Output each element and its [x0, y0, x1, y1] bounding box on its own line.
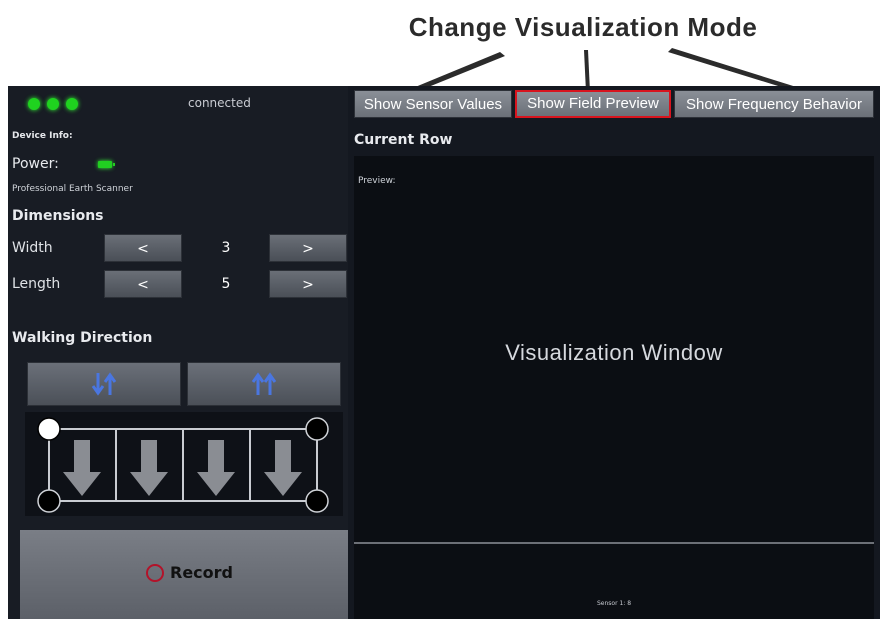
- power-label: Power:: [12, 156, 59, 172]
- length-value: 5: [221, 276, 231, 292]
- same-direction-arrows-icon: [251, 372, 277, 395]
- pointer-to-field-tab: [584, 50, 590, 90]
- width-value: 3: [221, 240, 231, 256]
- app-window: connected Device Info: Power: Profession…: [8, 86, 880, 619]
- down-arrow-icon: [197, 440, 235, 496]
- alternating-arrows-icon: [91, 372, 117, 396]
- annotation-pointer-lines: [408, 48, 806, 90]
- tab-field-preview[interactable]: Show Field Preview: [515, 90, 671, 118]
- walking-direction-title: Walking Direction: [12, 330, 153, 346]
- preview-label: Preview:: [358, 176, 396, 186]
- length-decrement-button[interactable]: <: [104, 270, 182, 298]
- same-direction-button[interactable]: [187, 362, 341, 406]
- status-indicator-dot: [66, 98, 78, 110]
- tab-frequency-behavior[interactable]: Show Frequency Behavior: [674, 90, 874, 118]
- visualization-panel: Show Sensor Values Show Field Preview Sh…: [348, 86, 880, 619]
- preview-window: Preview: Visualization Window: [354, 156, 874, 542]
- pointer-to-sensor-tab: [408, 52, 505, 90]
- length-label: Length: [12, 276, 61, 292]
- down-arrow-icon: [130, 440, 168, 496]
- connection-status: connected: [188, 96, 251, 110]
- sensor-readout: Sensor 1: 8: [596, 600, 632, 607]
- length-increment-button[interactable]: >: [269, 270, 347, 298]
- battery-icon: [98, 161, 115, 168]
- status-indicator-dot: [28, 98, 40, 110]
- corner-point-marker[interactable]: [305, 489, 329, 513]
- walking-pattern-grid: [25, 412, 343, 516]
- annotation-header: Change Visualization Mode: [0, 0, 888, 90]
- record-label: Record: [170, 563, 233, 582]
- start-point-marker[interactable]: [37, 417, 61, 441]
- width-increment-button[interactable]: >: [269, 234, 347, 262]
- device-model: Professional Earth Scanner: [12, 184, 133, 194]
- control-panel: connected Device Info: Power: Profession…: [8, 86, 348, 619]
- visualization-window-label: Visualization Window: [505, 340, 723, 365]
- corner-point-marker[interactable]: [37, 489, 61, 513]
- device-info-label: Device Info:: [12, 131, 73, 141]
- tab-sensor-values[interactable]: Show Sensor Values: [354, 90, 512, 118]
- sensor-readout-panel: Sensor 1: 8: [354, 544, 874, 619]
- down-arrow-icon: [63, 440, 101, 496]
- width-decrement-button[interactable]: <: [104, 234, 182, 262]
- down-arrow-icon: [264, 440, 302, 496]
- record-icon: [146, 564, 164, 582]
- record-button[interactable]: Record: [20, 530, 348, 619]
- corner-point-marker[interactable]: [305, 417, 329, 441]
- alternating-direction-button[interactable]: [27, 362, 181, 406]
- width-label: Width: [12, 240, 53, 256]
- status-row: connected: [8, 86, 348, 118]
- pointer-to-frequency-tab: [668, 48, 806, 90]
- status-indicator-dot: [47, 98, 59, 110]
- current-row-title: Current Row: [354, 132, 453, 148]
- dimensions-title: Dimensions: [12, 208, 104, 224]
